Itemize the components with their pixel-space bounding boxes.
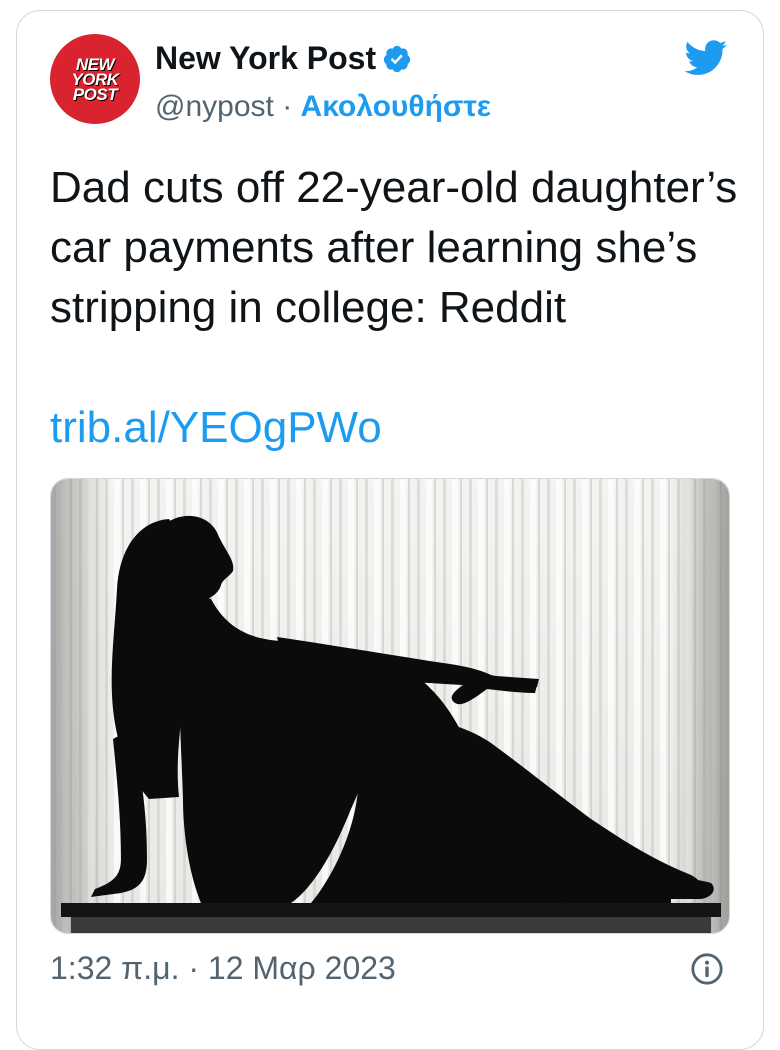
avatar[interactable]: NEW YORK POST — [50, 34, 140, 124]
account-handle[interactable]: @nypost — [155, 90, 274, 123]
silhouette-photo — [51, 479, 729, 933]
account-name[interactable]: New York Post — [155, 40, 376, 77]
follow-button[interactable]: Ακολουθήστε — [301, 90, 492, 123]
separator: · — [282, 90, 293, 123]
tweet-text: Dad cuts off 22-year-old daughter’s car … — [50, 163, 738, 332]
avatar-logo-text: NEW YORK POST — [71, 54, 119, 104]
info-icon[interactable] — [690, 952, 724, 986]
tweet-timestamp[interactable]: 1:32 π.μ. · 12 Μαρ 2023 — [50, 950, 396, 987]
tweet-link[interactable]: trib.al/YEOgPWo — [50, 398, 382, 458]
verified-badge-icon — [383, 45, 411, 72]
tweet-media-image[interactable] — [50, 478, 730, 934]
twitter-bird-icon[interactable] — [684, 40, 728, 76]
